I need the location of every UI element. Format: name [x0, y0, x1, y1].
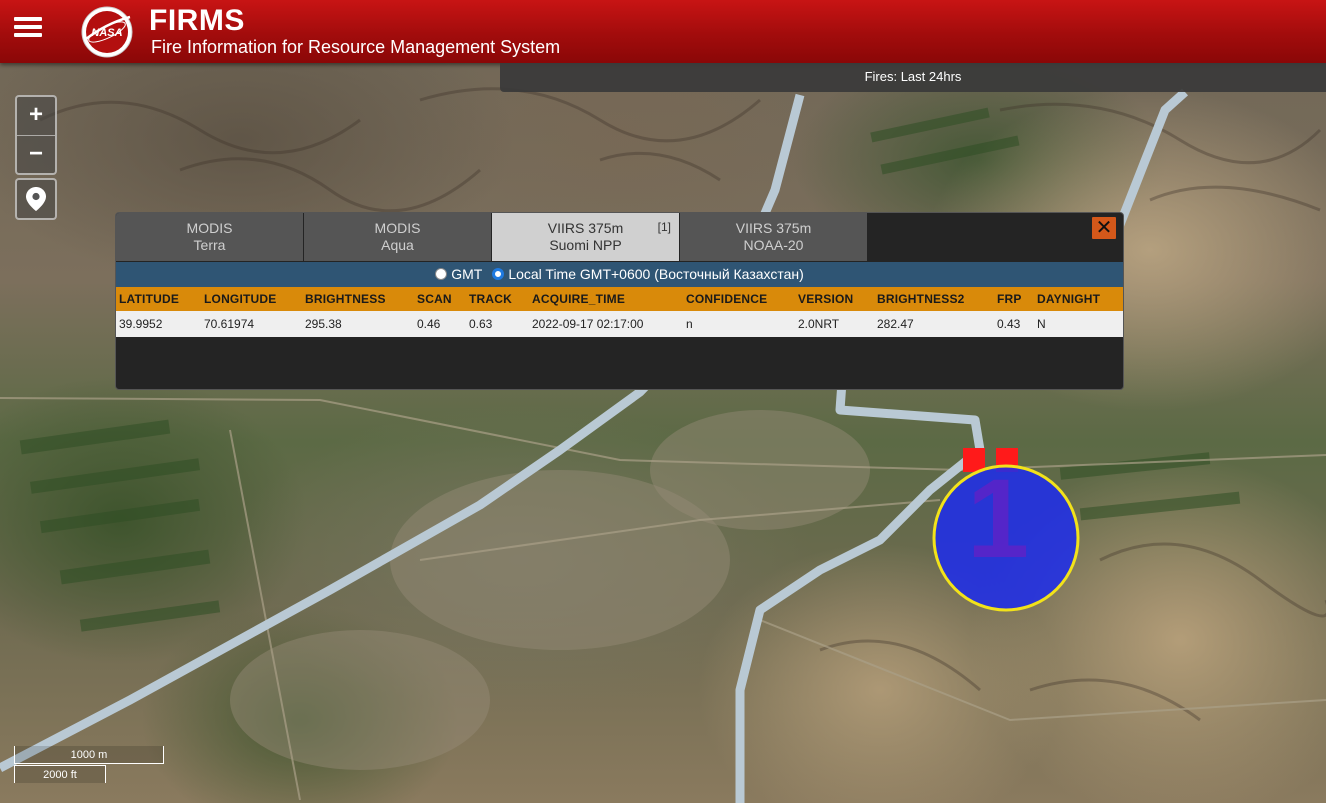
cell-longitude: 70.61974: [201, 311, 302, 337]
app-header: NASA FIRMS Fire Information for Resource…: [0, 0, 1326, 63]
tab-label-line2: Suomi NPP: [549, 237, 622, 253]
close-popup-button[interactable]: ✕: [1092, 217, 1116, 239]
column-header: FRP: [994, 287, 1034, 311]
tab-viirs-noaa-20[interactable]: VIIRS 375m NOAA-20: [680, 213, 867, 261]
scale-imperial: 2000 ft: [14, 765, 106, 783]
local-time-label: Local Time GMT+0600 (Восточный Казахстан…: [508, 266, 804, 282]
cell-frp: 0.43: [994, 311, 1034, 337]
cell-track: 0.63: [466, 311, 529, 337]
scale-metric: 1000 m: [14, 746, 164, 764]
tab-modis-terra[interactable]: MODIS Terra: [116, 213, 303, 261]
column-header: TRACK: [466, 287, 529, 311]
local-time-radio[interactable]: [492, 268, 505, 280]
tab-fire-count: [1]: [657, 220, 671, 234]
fire-data-table: LATITUDE LONGITUDE BRIGHTNESS SCAN TRACK…: [116, 287, 1123, 337]
cell-brightness2: 282.47: [874, 311, 994, 337]
nasa-logo-text: NASA: [91, 27, 122, 39]
tab-label-line2: Terra: [193, 237, 226, 253]
table-row: 39.9952 70.61974 295.38 0.46 0.63 2022-0…: [116, 311, 1123, 337]
gmt-radio[interactable]: [435, 268, 448, 280]
cell-version: 2.0NRT: [795, 311, 874, 337]
fires-timeframe-bar[interactable]: Fires: Last 24hrs: [500, 63, 1326, 92]
column-header: BRIGHTNESS: [302, 287, 414, 311]
tab-label-line1: MODIS: [374, 220, 421, 236]
map-pin-icon: [26, 187, 46, 211]
column-header: BRIGHTNESS2: [874, 287, 994, 311]
map-overlay: [0, 87, 1326, 803]
timezone-selector: GMT Local Time GMT+0600 (Восточный Казахс…: [116, 262, 1123, 287]
tab-label-line1: MODIS: [186, 220, 233, 236]
tab-label-line1: VIIRS 375m: [547, 220, 624, 236]
cell-brightness: 295.38: [302, 311, 414, 337]
zoom-out-button[interactable]: −: [17, 136, 55, 174]
tab-viirs-suomi-npp[interactable]: VIIRS 375m Suomi NPP [1]: [492, 213, 679, 261]
column-header: DAYNIGHT: [1034, 287, 1123, 311]
tab-modis-aqua[interactable]: MODIS Aqua: [304, 213, 491, 261]
table-header-row: LATITUDE LONGITUDE BRIGHTNESS SCAN TRACK…: [116, 287, 1123, 311]
column-header: CONFIDENCE: [683, 287, 795, 311]
locate-button[interactable]: [15, 178, 57, 220]
map-scale-bar: 1000 m 2000 ft: [14, 746, 174, 788]
tab-label-line1: VIIRS 375m: [735, 220, 812, 236]
column-header: SCAN: [414, 287, 466, 311]
tab-label-line2: NOAA-20: [743, 237, 804, 253]
cell-daynight: N: [1034, 311, 1123, 337]
column-header: ACQUIRE_TIME: [529, 287, 683, 311]
cell-confidence: n: [683, 311, 795, 337]
zoom-in-button[interactable]: +: [17, 97, 55, 136]
nasa-logo[interactable]: NASA: [80, 5, 134, 59]
column-header: VERSION: [795, 287, 874, 311]
app-title: FIRMS: [149, 4, 245, 37]
column-header: LONGITUDE: [201, 287, 302, 311]
satellite-map[interactable]: [0, 0, 1326, 803]
fire-cluster-marker[interactable]: 1: [930, 447, 1082, 615]
column-header: LATITUDE: [116, 287, 201, 311]
fire-info-popup: MODIS Terra MODIS Aqua VIIRS 375m Suomi …: [115, 212, 1124, 390]
cell-latitude: 39.9952: [116, 311, 201, 337]
hamburger-menu-icon[interactable]: [14, 17, 42, 41]
cell-scan: 0.46: [414, 311, 466, 337]
tab-label-line2: Aqua: [381, 237, 414, 253]
zoom-control: + −: [15, 95, 57, 175]
cluster-count: 1: [967, 456, 1029, 581]
cell-acquire-time: 2022-09-17 02:17:00: [529, 311, 683, 337]
gmt-label: GMT: [451, 266, 483, 282]
app-subtitle: Fire Information for Resource Management…: [151, 37, 561, 57]
